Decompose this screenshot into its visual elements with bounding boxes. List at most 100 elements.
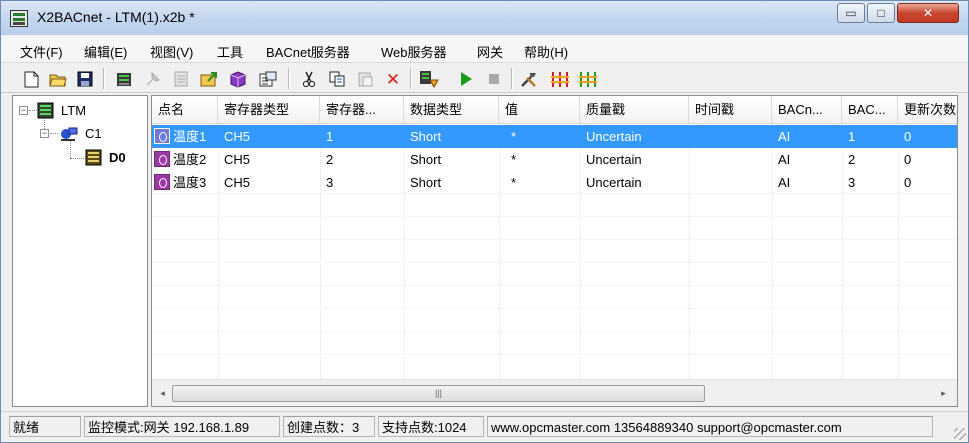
device-icon bbox=[85, 149, 102, 166]
scroll-right-icon[interactable]: ▸ bbox=[935, 383, 952, 403]
grid-line bbox=[152, 216, 957, 217]
cell-quality: Uncertain bbox=[586, 129, 642, 144]
resize-grip-icon[interactable] bbox=[954, 428, 966, 440]
column-header-quality[interactable]: 质量戳 bbox=[580, 96, 689, 124]
cell-quality: Uncertain bbox=[586, 152, 642, 167]
minimize-button[interactable]: ▭ bbox=[837, 3, 865, 23]
scroll-left-icon[interactable]: ◂ bbox=[154, 383, 171, 403]
point-icon bbox=[154, 151, 170, 167]
column-header-bacnet-id[interactable]: BAC... bbox=[842, 96, 898, 124]
menu-bacnet-server[interactable]: BACnet服务器 bbox=[266, 42, 350, 61]
cell-register: 3 bbox=[326, 175, 334, 190]
cell-register: 1 bbox=[326, 129, 334, 144]
menu-help[interactable]: 帮助(H) bbox=[524, 42, 568, 61]
status-supported: 支持点数:1024 bbox=[378, 416, 484, 437]
column-header-reg-type[interactable]: 寄存器类型 bbox=[218, 96, 320, 124]
cell-register: 2 bbox=[326, 152, 334, 167]
cell-update-count: 0 bbox=[904, 129, 912, 144]
cell-reg-type: CH5 bbox=[224, 175, 251, 190]
tree-connector bbox=[29, 110, 37, 111]
table-row[interactable]: 温度1 CH5 1 Short * Uncertain AI 1 0 bbox=[152, 125, 957, 148]
toolbar-separator bbox=[410, 68, 411, 89]
disabled-page-icon[interactable] bbox=[171, 69, 191, 89]
cell-update-count: 0 bbox=[904, 175, 912, 190]
menu-edit[interactable]: 编辑(E) bbox=[84, 42, 127, 61]
status-state: 就绪 bbox=[9, 416, 81, 437]
cell-data-type: Short bbox=[410, 175, 442, 190]
status-contact: www.opcmaster.com 13564889340 support@op… bbox=[487, 416, 933, 437]
status-bar: 就绪 监控模式:网关 192.168.1.89 创建点数：3 支持点数:1024… bbox=[1, 411, 968, 442]
horizontal-scrollbar[interactable]: ◂ ||| ▸ bbox=[152, 379, 957, 406]
points-list[interactable]: 点名 寄存器类型 寄存器... 数据类型 值 质量戳 时间戳 BACn... B… bbox=[151, 95, 958, 407]
tree-node-c1[interactable]: C1 bbox=[85, 126, 102, 141]
connect-red-icon[interactable] bbox=[550, 69, 570, 89]
scroll-thumb[interactable]: ||| bbox=[172, 385, 705, 402]
table-row[interactable]: 温度3 CH5 3 Short * Uncertain AI 3 0 bbox=[152, 171, 957, 194]
column-header-register[interactable]: 寄存器... bbox=[320, 96, 404, 124]
cell-value: * bbox=[511, 129, 517, 144]
tools-icon[interactable] bbox=[519, 69, 539, 89]
toolbar-separator bbox=[103, 68, 104, 89]
cell-bacnet-type: AI bbox=[778, 175, 791, 190]
disabled-pin-icon[interactable] bbox=[143, 69, 163, 89]
add-device-icon[interactable] bbox=[114, 69, 134, 89]
open-folder-icon[interactable] bbox=[48, 69, 68, 89]
point-icon bbox=[154, 128, 170, 144]
menu-gateway[interactable]: 网关 bbox=[477, 42, 503, 61]
column-header-data-type[interactable]: 数据类型 bbox=[404, 96, 499, 124]
maximize-button[interactable]: □ bbox=[867, 3, 895, 23]
cell-bacnet-type: AI bbox=[778, 152, 791, 167]
table-row[interactable]: 温度2 CH5 2 Short * Uncertain AI 2 0 bbox=[152, 148, 957, 171]
status-monitor: 监控模式:网关 192.168.1.89 bbox=[84, 416, 280, 437]
run-icon[interactable] bbox=[456, 69, 476, 89]
tree-expander-ltm[interactable]: − bbox=[19, 106, 28, 115]
column-header-name[interactable]: 点名 bbox=[152, 96, 218, 124]
tree-connector bbox=[70, 158, 84, 159]
tree-connector bbox=[50, 133, 58, 134]
menu-view[interactable]: 视图(V) bbox=[150, 42, 193, 61]
new-file-icon[interactable] bbox=[21, 69, 41, 89]
toolbar-separator bbox=[511, 68, 512, 89]
grid-line bbox=[152, 331, 957, 332]
close-button[interactable]: ✕ bbox=[897, 3, 959, 23]
connect-green-icon[interactable] bbox=[578, 69, 598, 89]
grid-line bbox=[152, 239, 957, 240]
cell-timestamp bbox=[689, 148, 772, 171]
cell-reg-type: CH5 bbox=[224, 129, 251, 144]
column-header-update-count[interactable]: 更新次数 bbox=[898, 96, 957, 124]
cube-icon[interactable] bbox=[228, 69, 248, 89]
delete-icon[interactable]: ✕ bbox=[383, 69, 403, 89]
cell-bacnet-id: 2 bbox=[848, 152, 856, 167]
menu-file[interactable]: 文件(F) bbox=[20, 42, 63, 61]
project-tree[interactable]: − LTM − C1 D0 bbox=[12, 95, 148, 407]
grid-line bbox=[152, 354, 957, 355]
cell-bacnet-id: 3 bbox=[848, 175, 856, 190]
monitor-icon[interactable] bbox=[419, 69, 439, 89]
toolbar: ✕ bbox=[1, 64, 968, 93]
column-header-timestamp[interactable]: 时间戳 bbox=[689, 96, 772, 124]
cut-icon[interactable] bbox=[299, 69, 319, 89]
menu-web-server[interactable]: Web服务器 bbox=[381, 42, 447, 61]
properties-icon[interactable] bbox=[258, 69, 278, 89]
title-bar[interactable]: X2BACnet - LTM(1).x2b * ▭ □ ✕ bbox=[1, 1, 968, 35]
copy-icon[interactable] bbox=[327, 69, 347, 89]
tree-expander-c1[interactable]: − bbox=[40, 129, 49, 138]
column-header-value[interactable]: 值 bbox=[499, 96, 580, 124]
tree-node-ltm[interactable]: LTM bbox=[61, 103, 86, 118]
cell-reg-type: CH5 bbox=[224, 152, 251, 167]
stop-icon[interactable] bbox=[484, 69, 504, 89]
export-icon[interactable] bbox=[199, 69, 219, 89]
cell-name: 温度3 bbox=[173, 175, 207, 190]
column-header-bacnet-type[interactable]: BACn... bbox=[772, 96, 842, 124]
cell-data-type: Short bbox=[410, 152, 442, 167]
menu-tools[interactable]: 工具 bbox=[217, 42, 243, 61]
toolbar-separator bbox=[288, 68, 289, 89]
cell-data-type: Short bbox=[410, 129, 442, 144]
cell-bacnet-id: 1 bbox=[848, 129, 856, 144]
tree-node-d0[interactable]: D0 bbox=[109, 150, 126, 165]
save-icon[interactable] bbox=[75, 69, 95, 89]
tree-connector bbox=[70, 141, 71, 158]
app-icon bbox=[10, 10, 28, 27]
menu-bar: 文件(F) 编辑(E) 视图(V) 工具 BACnet服务器 Web服务器 网关… bbox=[1, 37, 968, 63]
paste-icon[interactable] bbox=[355, 69, 375, 89]
